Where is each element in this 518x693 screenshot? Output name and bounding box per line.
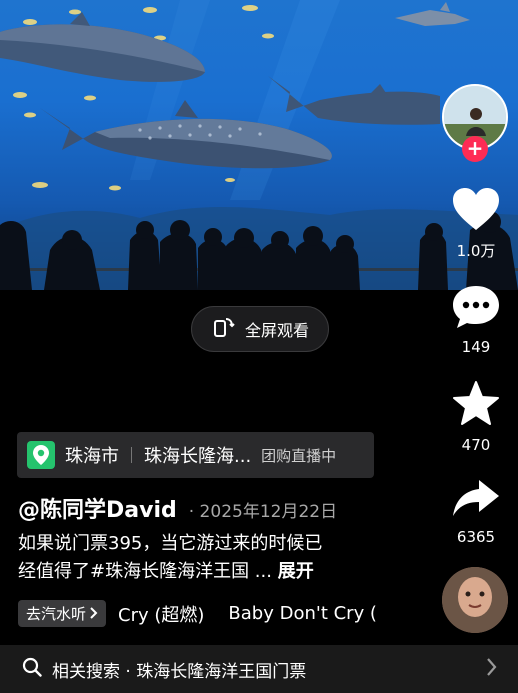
fullscreen-button[interactable]: 全屏观看	[191, 306, 329, 352]
live-badge: 团购直播中	[261, 446, 337, 465]
comment-action[interactable]: 149	[446, 284, 506, 356]
fullscreen-icon	[211, 315, 235, 343]
location-divider	[131, 447, 132, 463]
open-music-app-button[interactable]: 去汽水听	[18, 600, 107, 627]
location-place: 珠海长隆海...	[144, 446, 252, 467]
chevron-right-icon	[90, 605, 98, 623]
related-search-bar[interactable]: 相关搜索 · 珠海长隆海洋王国门票	[0, 645, 518, 693]
post-description[interactable]: 如果说门票395，当它游过来的时候已 经值得了#珠海长隆海洋王国 ... 展开	[18, 530, 390, 586]
author-username[interactable]: @陈同学David	[18, 492, 177, 524]
music-chip-label: 去汽水听	[26, 605, 87, 623]
favorite-action[interactable]: 470	[446, 380, 506, 454]
heart-icon[interactable]	[451, 188, 501, 236]
post-date: · 2025年12月22日	[188, 502, 338, 522]
expand-button[interactable]: 展开	[278, 561, 314, 582]
comment-icon[interactable]	[451, 286, 501, 334]
like-action[interactable]: 1.0万	[446, 186, 506, 261]
video-player[interactable]	[0, 0, 518, 290]
favorite-count: 470	[461, 436, 491, 454]
desc-line-2: 经值得了#珠海长隆海洋王国 ...	[18, 561, 272, 582]
music-track-1: Cry (超燃)	[118, 604, 205, 626]
follow-button[interactable]: +	[462, 136, 488, 162]
music-track-2: Baby Don't Cry (	[228, 603, 377, 624]
location-pin-icon	[27, 441, 55, 469]
aquarium-scene	[0, 0, 518, 290]
location-city: 珠海市	[65, 446, 119, 467]
search-icon	[22, 657, 42, 681]
like-count: 1.0万	[456, 242, 496, 260]
comment-count: 149	[461, 338, 491, 356]
share-action[interactable]: 6365	[446, 476, 506, 546]
desc-line-1: 如果说门票395，当它游过来的时候已	[18, 533, 323, 554]
music-disc-avatar[interactable]	[442, 567, 508, 633]
music-row[interactable]: 去汽水听 Cry (超燃) Baby Don't Cry (	[18, 600, 438, 627]
desc-line-2-wrap: 经值得了#珠海长隆海洋王国 ... 展开	[18, 558, 390, 586]
share-arrow-icon[interactable]	[451, 480, 501, 524]
author-row: @陈同学David · 2025年12月22日	[18, 492, 337, 524]
chevron-right-icon	[486, 657, 498, 681]
fullscreen-label: 全屏观看	[244, 321, 309, 340]
related-search-label: 相关搜索 · 珠海长隆海洋王国门票	[52, 661, 307, 682]
location-tag[interactable]: 珠海市 珠海长隆海... 团购直播中	[17, 432, 374, 478]
star-icon[interactable]	[451, 381, 501, 432]
share-count: 6365	[456, 528, 496, 546]
